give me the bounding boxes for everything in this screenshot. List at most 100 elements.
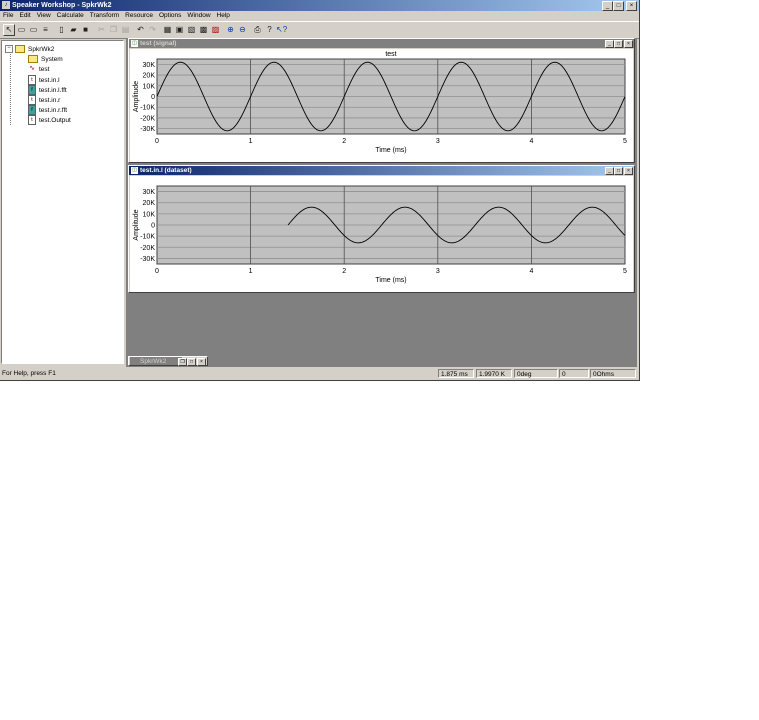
save-icon[interactable]: ■ [80,24,91,35]
mdi-workspace: ◫ test (signal) _ □ × 30K 20K 10K 0 -10K -20K… [126,38,637,367]
title-bar[interactable]: ♪ Speaker Workshop - SpkrWk2 _ □ × [0,0,639,11]
copy-icon[interactable]: ❐ [108,24,119,35]
maximize-button[interactable]: □ [187,358,196,366]
y-tick-label: 20K [143,200,156,207]
tree-item-test-in-r-fft[interactable]: f test.in.r.fft [28,105,67,115]
status-phase: 0deg [514,369,558,378]
tree-root-label: SpkrWk2 [28,45,55,53]
cut-icon[interactable]: ✂ [96,24,107,35]
minimized-window-title: SpkrWk2 [140,357,167,365]
close-button[interactable]: × [197,358,206,366]
context-help-icon[interactable]: ↖? [276,24,287,35]
dataset-icon: t [28,95,36,105]
tree-item-label: test.in.l [39,76,60,84]
tree-item-label: System [41,55,63,63]
x-tick-label: 4 [529,138,533,145]
maximize-button[interactable]: □ [613,1,624,11]
zoom-in-icon[interactable]: ⊕ [225,24,236,35]
dataset-window[interactable]: ◫ test.in.l (dataset) _ □ × 30K 20K 10K 0 -1… [128,165,635,293]
menu-transform[interactable]: Transform [87,11,122,21]
minimized-window[interactable]: SpkrWk2 ❐ □ × [128,356,208,366]
x-tick-label: 3 [436,268,440,275]
menu-calculate[interactable]: Calculate [54,11,87,21]
zoom-out-icon[interactable]: ⊖ [237,24,248,35]
minimize-button[interactable]: _ [605,167,614,175]
signal-chart[interactable]: 30K20K10K0-10K-20K-30K0 1 2 3 4 5testTime (ms… [130,49,633,162]
menu-options[interactable]: Options [156,11,184,21]
menu-view[interactable]: View [34,11,54,21]
tree-item-test-in-r[interactable]: t test.in.r [28,95,60,105]
chart-icon[interactable]: ▨ [210,24,221,35]
measure-icon[interactable]: ▧ [186,24,197,35]
dataset-window-titlebar[interactable]: ◫ test.in.l (dataset) _ □ × [129,166,634,175]
chart-area[interactable]: 30K 20K 10K 0 -10K -20K -30K 0 1 2 3 4 5 test Time (ms… [130,49,633,162]
x-tick-label: 2 [342,138,346,145]
new-icon[interactable]: ▯ [56,24,67,35]
tree-item-system[interactable]: System [28,54,63,64]
signal-window[interactable]: ◫ test (signal) _ □ × 30K 20K 10K 0 -10K -20K… [128,38,635,163]
speaker-icon[interactable]: ▭ [16,24,27,35]
properties-icon[interactable]: ▦ [162,24,173,35]
transfer-icon: f [28,105,36,115]
status-bar: For Help, press F1 1.875 ms 1.9970 K 0de… [0,368,639,380]
x-tick-label: 0 [155,268,159,275]
tree-item-test-in-l[interactable]: t test.in.l [28,75,60,85]
x-axis-label: Time (ms) [375,277,406,284]
close-button[interactable]: × [624,167,633,175]
y-tick-label: 10K [143,83,156,90]
open-icon[interactable]: ▰ [68,24,79,35]
app-icon[interactable]: ♪ [2,1,10,9]
y-tick-label: 10K [143,211,156,218]
tree-item-label: test.Output [39,116,71,124]
menu-help[interactable]: Help [214,11,233,21]
maximize-button[interactable]: □ [614,40,623,48]
tree-root[interactable]: − SpkrWk2 [5,44,54,54]
tree-item-test-in-l-fft[interactable]: f test.in.l.fft [28,85,67,95]
tree-item-test-output[interactable]: t test.Output [28,115,71,125]
enclosure-icon[interactable]: ▭ [28,24,39,35]
tree-item-label: test.in.r [39,96,61,104]
chart-window-icon: ◫ [131,40,138,47]
restore-button[interactable]: ❐ [178,358,187,366]
help-icon[interactable]: ? [264,24,275,35]
network-icon[interactable]: ≡ [40,24,51,35]
grid-icon[interactable]: ▣ [174,24,185,35]
undo-icon[interactable]: ↶ [135,24,146,35]
y-tick-label: 30K [143,189,156,196]
menu-file[interactable]: File [0,11,16,21]
close-button[interactable]: × [626,1,637,11]
app-window: ♪ Speaker Workshop - SpkrWk2 _ □ × File … [0,0,640,381]
record-icon[interactable]: ▩ [198,24,209,35]
chart-window-icon: ◫ [131,167,138,174]
collapse-icon[interactable]: − [5,45,13,53]
x-tick-label: 5 [623,138,627,145]
dataset-chart[interactable]: 30K20K10K0-10K-20K-30K0 1 2 3 4 5Time (ms)Amp… [130,176,633,292]
pointer-icon[interactable]: ↖ [3,24,15,36]
project-tree[interactable]: − SpkrWk2 System ∿ test t test.in.l f te… [1,40,124,364]
print-icon[interactable]: ⎙ [252,24,263,35]
chart-area[interactable]: 30K 20K 10K 0 -10K -20K -30K 0 1 2 3 4 5 Time (ms) Amp… [130,176,633,292]
minimize-button[interactable]: _ [605,40,614,48]
menu-resource[interactable]: Resource [122,11,156,21]
redo-icon[interactable]: ↷ [147,24,158,35]
window-title: test.in.l (dataset) [140,167,192,174]
status-count: 0 [559,369,589,378]
maximize-button[interactable]: □ [614,167,623,175]
y-tick-label: -20K [140,245,155,252]
tree-item-test[interactable]: ∿ test [28,64,49,74]
x-tick-label: 0 [155,138,159,145]
menu-edit[interactable]: Edit [16,11,33,21]
close-button[interactable]: × [624,40,633,48]
y-tick-label: 30K [143,62,156,69]
status-value: 1.9970 K [476,369,512,378]
x-tick-label: 3 [436,138,440,145]
minimize-button[interactable]: _ [602,1,613,11]
menu-window[interactable]: Window [184,11,213,21]
paste-icon[interactable]: ▤ [120,24,131,35]
folder-icon [28,55,38,63]
menu-bar: File Edit View Calculate Transform Resou… [0,11,639,21]
signal-window-titlebar[interactable]: ◫ test (signal) _ □ × [129,39,634,48]
x-tick-label: 2 [342,268,346,275]
y-axis-label: Amplitude [133,209,140,240]
x-tick-label: 5 [623,268,627,275]
